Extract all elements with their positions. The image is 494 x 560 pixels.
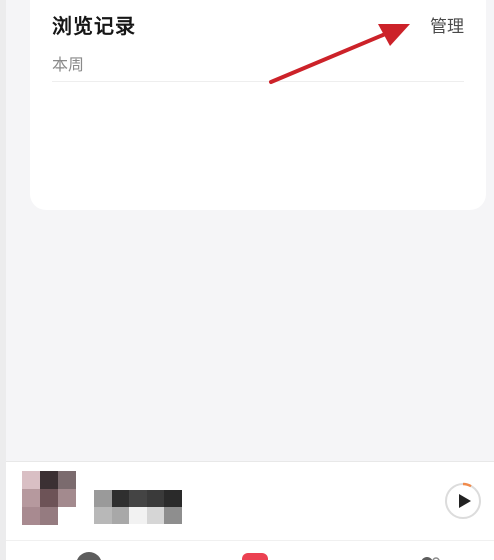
music-icon[interactable]: [242, 553, 268, 560]
screen: 浏览记录 管理 本周: [6, 0, 494, 560]
history-card: 浏览记录 管理 本周: [30, 0, 486, 210]
profile-icon[interactable]: [416, 552, 442, 560]
card-title: 浏览记录: [52, 14, 136, 38]
play-icon[interactable]: [444, 482, 482, 520]
track-info[interactable]: [94, 490, 182, 524]
card-divider: [52, 81, 464, 82]
mini-player: [6, 461, 494, 540]
album-cover[interactable]: [22, 471, 76, 525]
tab-bar: [6, 540, 494, 560]
manage-button[interactable]: 管理: [430, 12, 464, 37]
home-icon[interactable]: [76, 552, 102, 560]
card-subtitle: 本周: [52, 55, 85, 74]
